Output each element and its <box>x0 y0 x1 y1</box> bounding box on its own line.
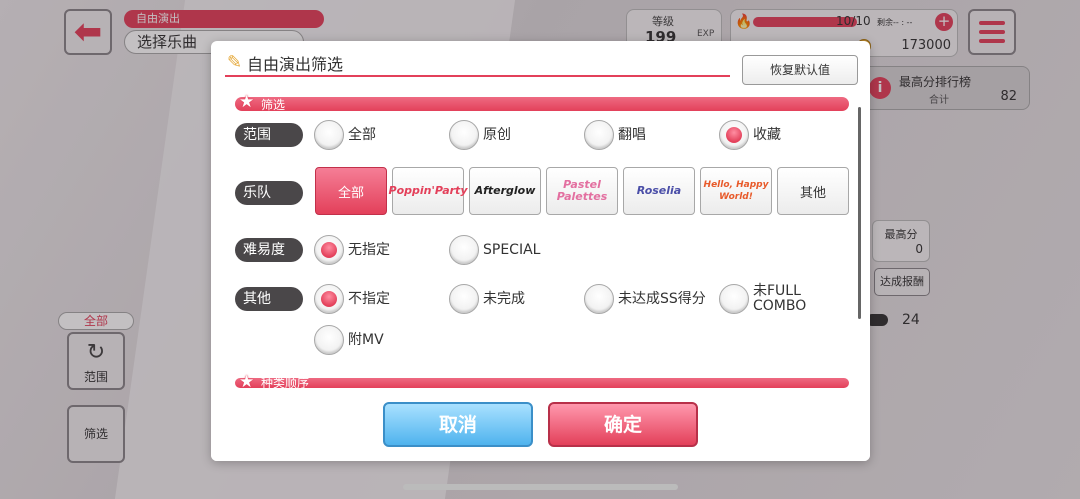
reset-default-button[interactable]: 恢复默认值 <box>742 55 858 85</box>
scrollbar[interactable] <box>858 107 861 319</box>
dialog-title: 自由演出筛选 <box>247 55 344 74</box>
section-filter: ★ 筛选 <box>235 92 849 112</box>
confirm-button[interactable]: 确定 <box>548 402 698 447</box>
band-roselia-button[interactable]: Roselia <box>623 167 695 215</box>
radio-other-no-full-combo[interactable]: 未FULL COMBO <box>719 284 845 314</box>
radio-scope-all[interactable]: 全部 <box>314 120 376 150</box>
roselia-logo: Roselia <box>636 184 682 197</box>
band-poppin-party-button[interactable]: Poppin'Party <box>389 167 468 215</box>
section-sort: ★ 种类顺序 <box>235 372 849 392</box>
band-afterglow-button[interactable]: Afterglow <box>469 167 541 215</box>
radio-other-with-mv[interactable]: 附MV <box>314 325 384 355</box>
radio-scope-cover[interactable]: 翻唱 <box>584 120 646 150</box>
other-row-label: 其他 <box>235 287 303 311</box>
section-filter-title: 筛选 <box>261 98 286 112</box>
radio-difficulty-special[interactable]: SPECIAL <box>449 235 540 265</box>
radio-difficulty-none[interactable]: 无指定 <box>314 235 390 265</box>
radio-other-no-ss[interactable]: 未达成SS得分 <box>584 284 714 314</box>
pastel-palettes-logo: Pastel Palettes <box>556 178 608 203</box>
band-pastel-palettes-button[interactable]: Pastel Palettes <box>546 167 618 215</box>
dialog-footer <box>211 389 870 461</box>
filter-dialog: ✎ 自由演出筛选 恢复默认值 ★ 筛选 范围 全部 原创 翻唱 收藏 乐队 全部… <box>211 41 870 461</box>
radio-scope-original[interactable]: 原创 <box>449 120 511 150</box>
band-all-button[interactable]: 全部 <box>315 167 387 215</box>
radio-other-none[interactable]: 不指定 <box>314 284 390 314</box>
difficulty-row-label: 难易度 <box>235 238 303 262</box>
cancel-button[interactable]: 取消 <box>383 402 533 447</box>
radio-scope-favorite[interactable]: 收藏 <box>719 120 781 150</box>
star-icon: ★ <box>239 92 255 112</box>
hello-happy-world-logo: Hello, Happy World! <box>703 180 769 202</box>
poppin-party-logo: Poppin'Party <box>388 184 468 197</box>
radio-other-incomplete[interactable]: 未完成 <box>449 284 525 314</box>
band-row-label: 乐队 <box>235 181 303 205</box>
band-other-button[interactable]: 其他 <box>777 167 849 215</box>
scope-row-label: 范围 <box>235 123 303 147</box>
dialog-header: ✎ 自由演出筛选 <box>225 51 730 77</box>
afterglow-logo: Afterglow <box>474 184 536 197</box>
pencil-icon: ✎ <box>227 52 243 73</box>
home-indicator[interactable] <box>403 484 678 490</box>
band-hello-happy-world-button[interactable]: Hello, Happy World! <box>700 167 772 215</box>
